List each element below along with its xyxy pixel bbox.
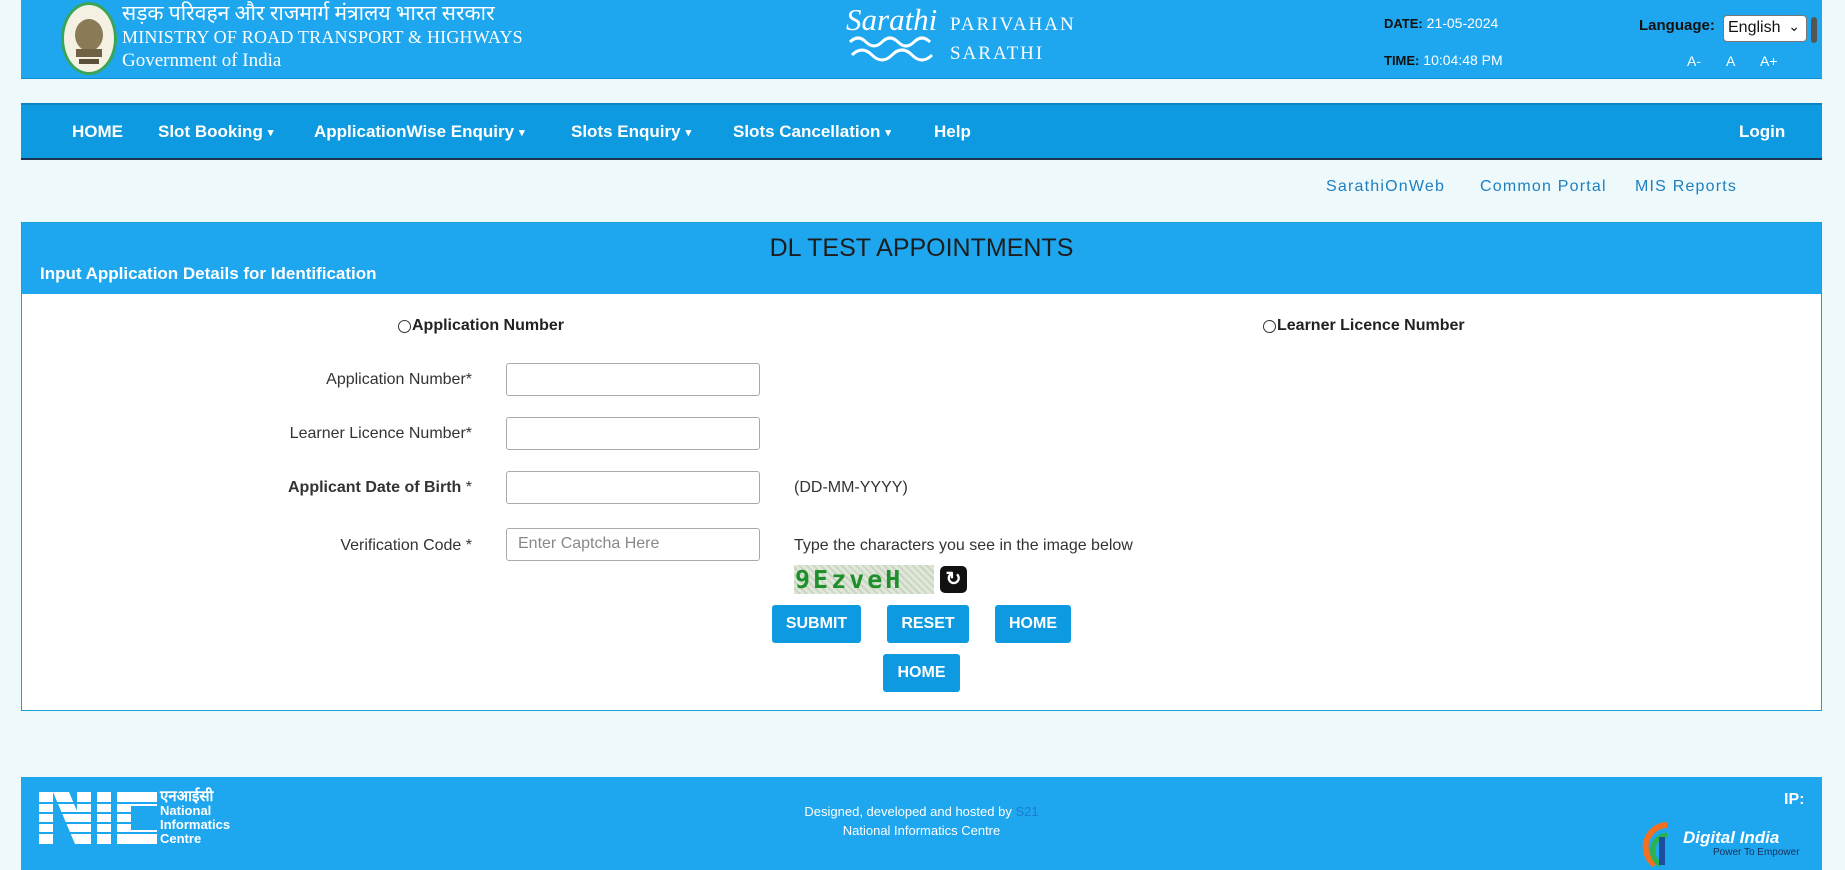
- language-label: Language:: [1639, 17, 1715, 34]
- font-decrease-button[interactable]: A-: [1687, 53, 1701, 69]
- server-link[interactable]: S21: [1015, 804, 1038, 819]
- nav-help-label: Help: [934, 122, 971, 141]
- nav-home-label: HOME: [72, 122, 123, 141]
- digital-india-text: Digital India: [1683, 828, 1779, 847]
- ip-label: IP:: [1784, 791, 1805, 808]
- brand-line2: SARATHI: [950, 43, 1045, 64]
- link-common-portal[interactable]: Common Portal: [1480, 178, 1607, 196]
- digital-india-tagline: Power To Empower: [1713, 847, 1800, 858]
- designed-by-label: Designed, developed and hosted by: [804, 804, 1012, 819]
- language-selected: English: [1728, 19, 1781, 36]
- link-sarathionweb[interactable]: SarathiOnWeb: [1326, 178, 1445, 196]
- date-label: DATE:: [1384, 16, 1423, 31]
- page-footer: एनआईसी National Informatics Centre Desig…: [21, 777, 1822, 870]
- sarathi-logo-text: Sarathi: [846, 2, 937, 37]
- nav-slots-enquiry[interactable]: Slots Enquiry ▾: [571, 122, 691, 142]
- nav-applicationwise-enquiry-label: ApplicationWise Enquiry: [314, 122, 515, 141]
- radio-button[interactable]: [1263, 319, 1276, 333]
- application-number-input[interactable]: [506, 363, 760, 396]
- learner-licence-label: Learner Licence Number*: [289, 425, 472, 442]
- font-increase-button[interactable]: A+: [1760, 53, 1778, 69]
- nav-slots-cancellation-label: Slots Cancellation: [733, 122, 881, 141]
- nav-slots-cancellation[interactable]: Slots Cancellation ▾: [733, 122, 891, 142]
- captcha-image: 9EzveH: [794, 565, 934, 594]
- brand-line1: PARIVAHAN: [950, 14, 1076, 35]
- nav-slots-enquiry-label: Slots Enquiry: [571, 122, 681, 141]
- national-emblem-icon: [61, 2, 117, 75]
- panel-header: DL TEST APPOINTMENTS Input Application D…: [22, 223, 1821, 294]
- home-button-secondary[interactable]: HOME: [883, 654, 960, 692]
- home-button[interactable]: HOME: [995, 605, 1071, 643]
- dob-input[interactable]: [506, 471, 760, 504]
- verification-code-label: Verification Code *: [340, 537, 472, 554]
- panel-subtitle: Input Application Details for Identifica…: [40, 264, 377, 283]
- time-label: TIME:: [1384, 53, 1420, 68]
- radio-learner-label: Learner Licence Number: [1277, 317, 1465, 334]
- caret-down-icon: ▾: [519, 127, 525, 140]
- government-of-india: Government of India: [122, 50, 282, 71]
- date-value: 21-05-2024: [1426, 15, 1499, 31]
- nav-slot-booking-label: Slot Booking: [158, 122, 263, 141]
- application-number-label: Application Number*: [326, 371, 472, 388]
- nav-login[interactable]: Login: [1739, 122, 1785, 142]
- captcha-input[interactable]: Enter Captcha Here: [506, 528, 760, 561]
- reset-button[interactable]: RESET: [887, 605, 969, 643]
- nav-applicationwise-enquiry[interactable]: ApplicationWise Enquiry ▾: [314, 122, 525, 142]
- radio-application-number[interactable]: Application Number: [398, 317, 564, 335]
- link-mis-reports[interactable]: MIS Reports: [1635, 178, 1737, 196]
- panel-title: DL TEST APPOINTMENTS: [769, 234, 1074, 262]
- font-normal-button[interactable]: A: [1726, 53, 1735, 69]
- captcha-hint: Type the characters you see in the image…: [794, 537, 1133, 554]
- time-value: 10:04:48 PM: [1423, 52, 1503, 68]
- nav-slot-booking[interactable]: Slot Booking ▾: [158, 122, 273, 142]
- nav-help[interactable]: Help: [934, 122, 971, 142]
- dob-label-row: Applicant Date of Birth *: [287, 479, 472, 496]
- ministry-name: सड़क परिवहन और राजमार्ग मंत्रालय भारत सर…: [122, 1, 523, 73]
- dob-format-hint: (DD-MM-YYYY): [794, 479, 908, 496]
- main-navbar: HOME Slot Booking ▾ ApplicationWise Enqui…: [21, 103, 1822, 160]
- learner-licence-input[interactable]: [506, 417, 760, 450]
- caret-down-icon: ▾: [685, 127, 692, 140]
- parivahan-sarathi-title: PARIVAHAN SARATHI: [950, 10, 1076, 68]
- ministry-english: MINISTRY OF ROAD TRANSPORT & HIGHWAYS: [122, 27, 523, 47]
- caret-down-icon: ▾: [267, 127, 274, 140]
- chevron-down-icon: ⌄: [1788, 18, 1800, 34]
- radio-button[interactable]: [398, 319, 411, 333]
- dob-label: Applicant Date of Birth: [287, 479, 462, 496]
- scrollbar-handle[interactable]: [1811, 17, 1817, 43]
- designed-by-text: Designed, developed and hosted by S21 Na…: [21, 802, 1822, 840]
- digital-india-logo: Digital India Power To Empower: [1641, 813, 1816, 870]
- radio-learner-licence-number[interactable]: Learner Licence Number: [1263, 317, 1465, 335]
- caret-down-icon: ▾: [885, 127, 891, 140]
- submit-button[interactable]: SUBMIT: [772, 605, 861, 643]
- time-display: TIME: 10:04:48 PM: [1384, 52, 1503, 68]
- language-select[interactable]: English ⌄: [1723, 15, 1807, 42]
- top-header: सड़क परिवहन और राजमार्ग मंत्रालय भारत सर…: [21, 0, 1822, 79]
- organisation-name: National Informatics Centre: [842, 823, 1001, 838]
- radio-application-label: Application Number: [412, 317, 565, 334]
- ministry-hindi: सड़क परिवहन और राजमार्ग मंत्रालय भारत सर…: [122, 1, 495, 25]
- sarathi-logo: Sarathi: [844, 0, 964, 68]
- nav-home[interactable]: HOME: [72, 122, 123, 142]
- refresh-captcha-icon[interactable]: ↻: [940, 566, 967, 593]
- date-display: DATE: 21-05-2024: [1384, 15, 1498, 31]
